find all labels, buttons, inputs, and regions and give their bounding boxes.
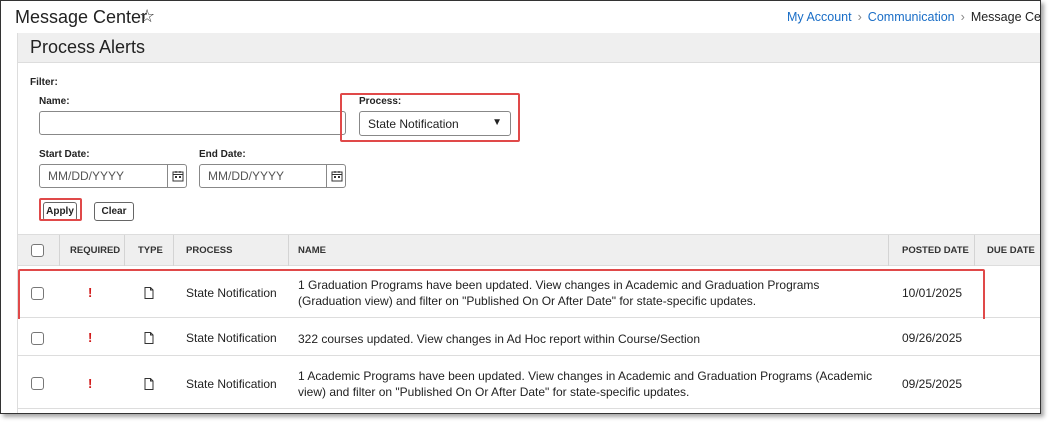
filter-label: Filter: [30,77,58,88]
apply-button[interactable]: Apply [43,202,77,221]
breadcrumb: My Account › Communication › Message Cente [787,10,1041,24]
required-indicator: ! [88,330,93,345]
end-date-label: End Date: [199,149,246,160]
column-header-type[interactable]: TYPE [138,235,163,266]
document-icon [144,378,154,393]
process-label: Process: [359,96,402,107]
breadcrumb-message-center: Message Cente [970,10,1041,24]
column-header-due-date[interactable]: DUE DATE [987,235,1035,266]
column-divider [124,235,125,266]
start-date-label: Start Date: [39,149,90,160]
start-date-field [39,164,187,188]
document-icon [144,332,154,347]
process-alerts-panel: Process Alerts Filter: Name: Process: St… [17,33,1040,413]
posted-date-cell: 10/01/2025 [902,286,963,300]
column-divider [173,235,174,266]
breadcrumb-my-account[interactable]: My Account [787,10,852,24]
name-label: Name: [39,96,70,107]
panel-title: Process Alerts [30,37,146,57]
column-header-posted-date[interactable]: POSTED DATE [902,235,969,266]
chevron-right-icon: › [960,10,965,24]
column-divider [974,235,975,266]
clear-button[interactable]: Clear [94,202,134,221]
table-row[interactable]: ! State Notification 1 Academic Programs… [18,357,1040,409]
table-row[interactable]: ! State Notification 1 Graduation Progra… [18,267,1040,318]
select-all-checkbox[interactable] [31,244,44,257]
process-cell: State Notification [186,286,277,300]
column-divider [288,235,289,266]
panel-header: Process Alerts [18,33,1040,63]
calendar-icon[interactable] [326,164,346,188]
column-header-required[interactable]: REQUIRED [70,235,120,266]
end-date-field [199,164,346,188]
document-icon [144,287,154,302]
name-cell[interactable]: 322 courses updated. View changes in Ad … [298,331,878,347]
end-date-input[interactable] [199,164,346,188]
column-header-name[interactable]: NAME [298,235,326,266]
posted-date-cell: 09/26/2025 [902,331,963,345]
process-cell: State Notification [186,331,277,345]
row-checkbox[interactable] [31,332,44,345]
window: Message Center ☆ My Account › Communicatio… [0,0,1041,414]
process-selected-value: State Notification [368,117,459,131]
name-cell[interactable]: 1 Academic Programs have been updated. V… [298,368,878,400]
calendar-icon[interactable] [167,164,187,188]
table-header: REQUIRED TYPE PROCESS NAME POSTED DATE D… [18,234,1040,266]
column-header-process[interactable]: PROCESS [186,235,232,266]
posted-date-cell: 09/25/2025 [902,377,963,391]
name-input[interactable] [39,111,346,135]
top-bar: Message Center ☆ My Account › Communicatio… [1,1,1040,33]
chevron-right-icon: › [857,10,862,24]
row-checkbox[interactable] [31,287,44,300]
required-indicator: ! [88,285,93,300]
app-title: Message Center [15,7,148,27]
caret-down-icon: ▼ [492,117,502,128]
column-divider [888,235,889,266]
start-date-input[interactable] [39,164,187,188]
column-divider [59,235,60,266]
name-cell[interactable]: 1 Graduation Programs have been updated.… [298,277,878,309]
process-cell: State Notification [186,377,277,391]
breadcrumb-communication[interactable]: Communication [868,10,955,24]
required-indicator: ! [88,376,93,391]
star-icon[interactable]: ☆ [139,6,155,27]
process-select[interactable]: State Notification ▼ [359,111,511,136]
row-checkbox[interactable] [31,377,44,390]
table-row[interactable]: ! State Notification 322 courses updated… [18,319,1040,356]
